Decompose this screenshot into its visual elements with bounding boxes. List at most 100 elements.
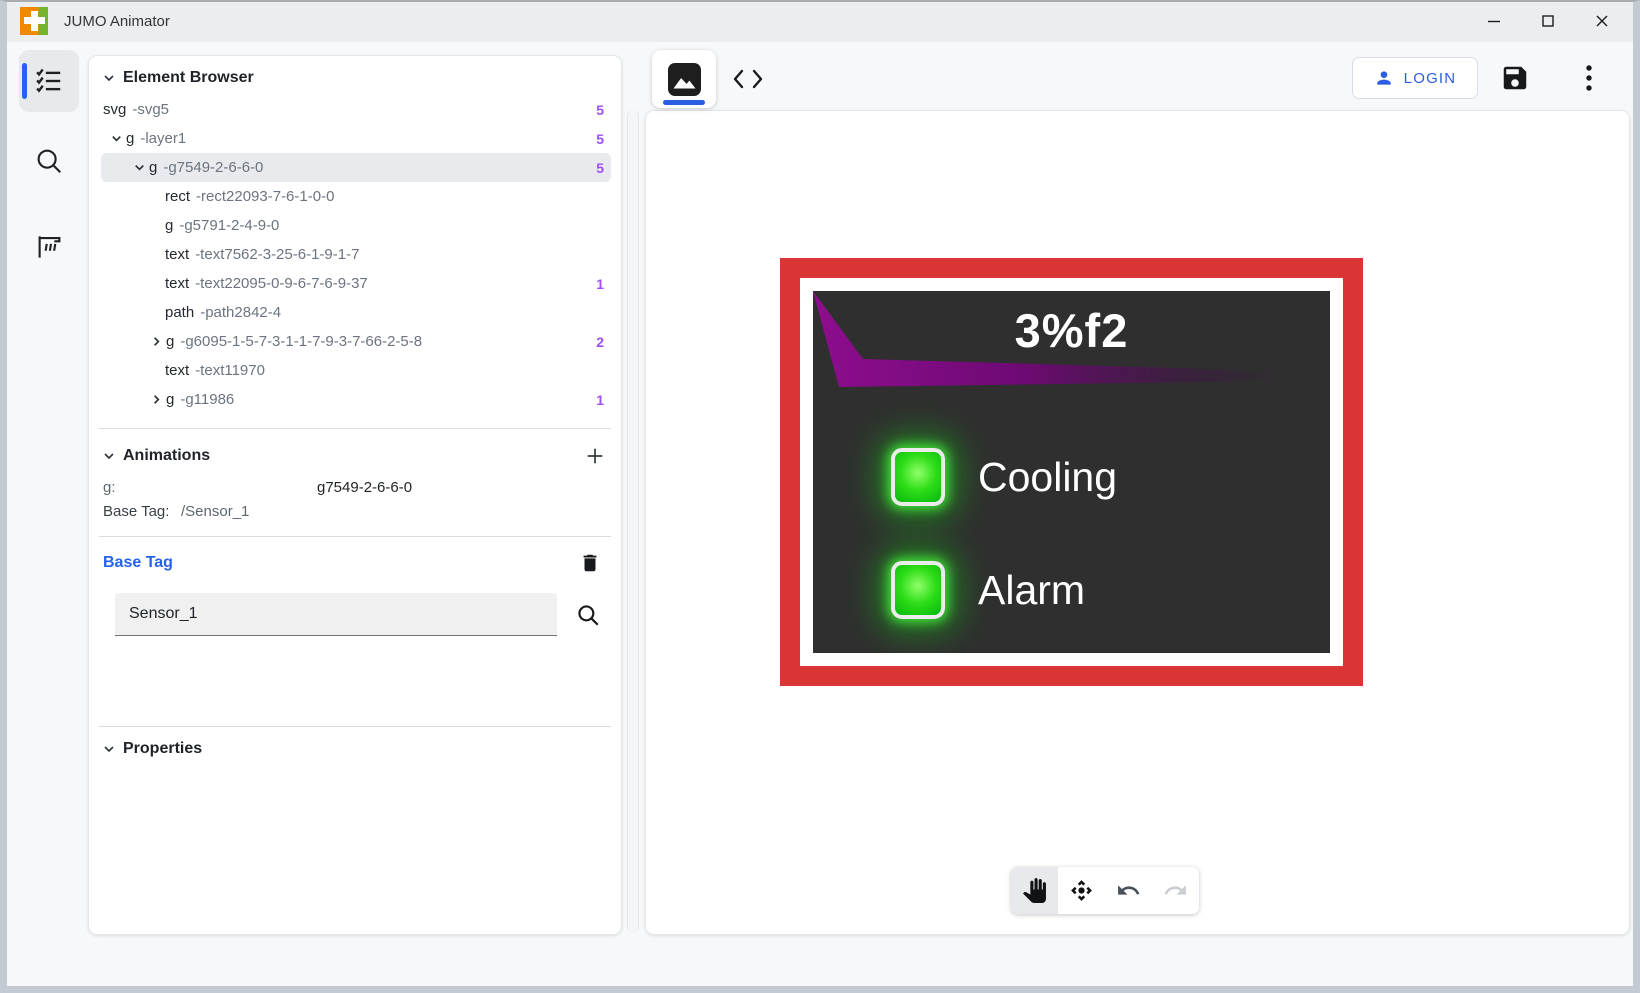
base-tag-editor-row: Base Tag bbox=[89, 537, 621, 579]
tag-search-input[interactable] bbox=[115, 593, 557, 636]
person-icon bbox=[1374, 68, 1394, 88]
tree-row-text11970[interactable]: text -text11970 bbox=[101, 356, 611, 385]
element-browser-header[interactable]: Element Browser bbox=[89, 56, 621, 93]
animation-count-badge: 1 bbox=[596, 276, 607, 292]
active-indicator bbox=[22, 63, 27, 99]
alarm-label[interactable]: Alarm bbox=[978, 567, 1085, 614]
base-tag-link[interactable]: Base Tag bbox=[103, 554, 173, 572]
tree-row-path2842[interactable]: path -path2842-4 bbox=[101, 298, 611, 327]
node-tag: rect bbox=[165, 188, 190, 205]
left-rail bbox=[10, 50, 88, 294]
add-animation-button[interactable] bbox=[581, 442, 609, 470]
hand-icon bbox=[1022, 878, 1047, 903]
panel-scrollbar[interactable] bbox=[627, 110, 639, 932]
tree-row-g7549-selected[interactable]: g -g7549-2-6-6-0 5 bbox=[101, 153, 611, 182]
more-menu-button[interactable] bbox=[1574, 62, 1604, 94]
node-id: -g7549-2-6-6-0 bbox=[163, 159, 263, 176]
animations-title: Animations bbox=[123, 447, 210, 465]
animation-list: g: g7549-2-6-6-0 Base Tag: /Sensor_1 bbox=[89, 474, 621, 534]
properties-header[interactable]: Properties bbox=[89, 727, 621, 764]
minimize-icon bbox=[1486, 13, 1502, 29]
animation-entry-g[interactable]: g: g7549-2-6-6-0 bbox=[103, 476, 609, 500]
move-icon bbox=[1069, 878, 1094, 903]
node-tag: g bbox=[149, 159, 157, 176]
cooling-led-indicator[interactable] bbox=[891, 448, 945, 506]
node-id: -text7562-3-25-6-1-9-1-7 bbox=[195, 246, 359, 263]
animation-count-badge: 5 bbox=[596, 160, 607, 176]
node-tag: g bbox=[165, 217, 173, 234]
tree-row-g11986[interactable]: g -g11986 1 bbox=[101, 385, 611, 414]
trash-icon bbox=[579, 551, 601, 575]
tag-input-row bbox=[89, 579, 621, 636]
node-id: -text11970 bbox=[195, 362, 265, 379]
node-tag: g bbox=[126, 130, 134, 147]
gantt-chart-icon bbox=[34, 232, 64, 262]
panel-white-border: 3%f2 Cooling Alarm bbox=[800, 278, 1343, 666]
tree-row-svg5[interactable]: svg -svg5 5 bbox=[101, 95, 611, 124]
undo-icon bbox=[1116, 878, 1141, 903]
rail-item-search[interactable] bbox=[19, 130, 79, 192]
animation-count-badge: 5 bbox=[596, 131, 607, 147]
search-icon bbox=[34, 146, 64, 176]
animation-count-badge: 2 bbox=[596, 334, 607, 350]
tree-row-g5791[interactable]: g -g5791-2-4-9-0 bbox=[101, 211, 611, 240]
rail-item-reports[interactable] bbox=[19, 216, 79, 278]
save-button[interactable] bbox=[1498, 62, 1532, 94]
jumo-logo-icon bbox=[20, 7, 48, 35]
redo-button[interactable] bbox=[1152, 867, 1199, 914]
expander-chevron-down-icon[interactable] bbox=[108, 130, 125, 147]
chevron-down-icon bbox=[101, 70, 117, 86]
active-tab-indicator bbox=[663, 100, 705, 105]
node-id: -text22095-0-9-6-7-6-9-37 bbox=[195, 275, 368, 292]
tag-search-button[interactable] bbox=[575, 602, 601, 628]
maximize-button[interactable] bbox=[1532, 6, 1564, 36]
delete-animation-button[interactable] bbox=[579, 551, 601, 575]
search-icon bbox=[575, 602, 601, 628]
tree-row-rect22093[interactable]: rect -rect22093-7-6-1-0-0 bbox=[101, 182, 611, 211]
login-label: LOGIN bbox=[1404, 70, 1457, 87]
animations-header[interactable]: Animations bbox=[89, 429, 621, 474]
panel-background[interactable]: 3%f2 Cooling Alarm bbox=[813, 291, 1330, 653]
animation-entry-basetag[interactable]: Base Tag: /Sensor_1 bbox=[103, 500, 609, 524]
chevron-down-icon bbox=[101, 741, 117, 757]
spacer bbox=[89, 636, 621, 712]
animation-target-label: g: bbox=[103, 476, 181, 500]
node-id: -g5791-2-4-9-0 bbox=[179, 217, 279, 234]
base-tag-value: /Sensor_1 bbox=[181, 500, 249, 524]
alarm-led-indicator[interactable] bbox=[891, 561, 945, 619]
tree-row-text22095[interactable]: text -text22095-0-9-6-7-6-9-37 1 bbox=[101, 269, 611, 298]
canvas-viewport[interactable]: 3%f2 Cooling Alarm bbox=[645, 110, 1630, 935]
tree-row-text7562[interactable]: text -text7562-3-25-6-1-9-1-7 bbox=[101, 240, 611, 269]
node-tag: path bbox=[165, 304, 194, 321]
tree-row-g6095[interactable]: g -g6095-1-5-7-3-1-1-7-9-3-7-66-2-5-8 2 bbox=[101, 327, 611, 356]
tree-row-layer1[interactable]: g -layer1 5 bbox=[101, 124, 611, 153]
animation-count-badge: 1 bbox=[596, 392, 607, 408]
close-button[interactable] bbox=[1586, 6, 1618, 36]
checklist-icon bbox=[34, 66, 64, 96]
node-id: -g11986 bbox=[180, 391, 234, 408]
panel-title-text[interactable]: 3%f2 bbox=[813, 303, 1330, 358]
image-icon bbox=[668, 63, 701, 96]
minimize-button[interactable] bbox=[1478, 6, 1510, 36]
undo-button[interactable] bbox=[1105, 867, 1152, 914]
expander-chevron-right-icon[interactable] bbox=[148, 391, 165, 408]
chevron-down-icon bbox=[101, 448, 117, 464]
svg-panel-element[interactable]: 3%f2 Cooling Alarm bbox=[780, 258, 1363, 686]
move-tool-button[interactable] bbox=[1058, 867, 1105, 914]
maximize-icon bbox=[1540, 13, 1556, 29]
node-id: -rect22093-7-6-1-0-0 bbox=[196, 188, 334, 205]
pan-tool-button[interactable] bbox=[1011, 867, 1058, 914]
expander-chevron-down-icon[interactable] bbox=[131, 159, 148, 176]
element-tree: svg -svg5 5 g -layer1 5 g -g7549-2-6-6-0… bbox=[89, 93, 621, 414]
redo-icon bbox=[1163, 878, 1188, 903]
cooling-label[interactable]: Cooling bbox=[978, 454, 1117, 501]
tab-code-view[interactable] bbox=[729, 61, 767, 97]
expander-chevron-right-icon[interactable] bbox=[148, 333, 165, 350]
rail-item-element-browser[interactable] bbox=[19, 50, 79, 112]
login-button[interactable]: LOGIN bbox=[1352, 57, 1478, 99]
left-panel: Element Browser svg -svg5 5 g -layer1 5 … bbox=[88, 55, 622, 935]
code-icon bbox=[731, 66, 765, 92]
tab-design-view[interactable] bbox=[652, 50, 716, 108]
plus-icon bbox=[584, 445, 606, 467]
kebab-icon bbox=[1585, 63, 1593, 93]
